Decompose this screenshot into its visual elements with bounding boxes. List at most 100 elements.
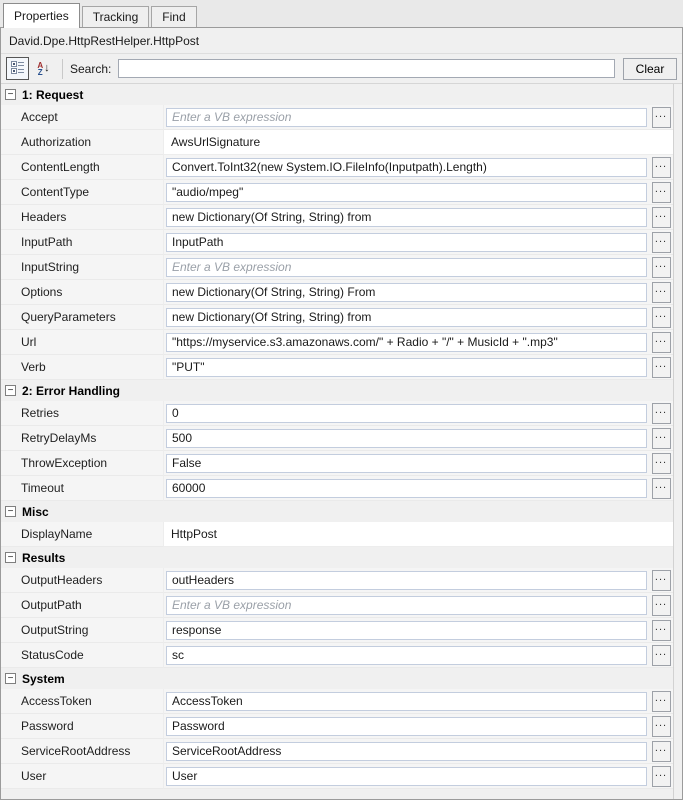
ellipsis-button-cell: ... (649, 230, 673, 255)
property-name: ThrowException (1, 451, 164, 476)
value-text: Convert.ToInt32(new System.IO.FileInfo(I… (172, 160, 487, 174)
ellipsis-button[interactable]: ... (652, 257, 671, 278)
sort-alphabetical-button[interactable]: AZ ↓ (32, 57, 55, 80)
value-text: Enter a VB expression (172, 598, 291, 612)
property-grid-wrap: −1: RequestAcceptEnter a VB expression..… (1, 84, 682, 799)
value-input[interactable]: ServiceRootAddress (166, 742, 647, 761)
section-title: System (22, 672, 65, 686)
ellipsis-button[interactable]: ... (652, 428, 671, 449)
ellipsis-button[interactable]: ... (652, 453, 671, 474)
ellipsis-button[interactable]: ... (652, 741, 671, 762)
ellipsis-button[interactable]: ... (652, 207, 671, 228)
property-name: ServiceRootAddress (1, 739, 164, 764)
value-input[interactable]: 0 (166, 404, 647, 423)
ellipsis-button[interactable]: ... (652, 157, 671, 178)
value-input[interactable]: Password (166, 717, 647, 736)
value-text: sc (172, 648, 184, 662)
vertical-scrollbar[interactable] (673, 84, 682, 799)
tab-find[interactable]: Find (151, 6, 196, 27)
property-value-cell: Enter a VB expression (164, 255, 649, 280)
value-input[interactable]: new Dictionary(Of String, String) from (166, 208, 647, 227)
section-header: −2: Error Handling (1, 380, 673, 401)
value-input[interactable]: "https://myservice.s3.amazonaws.com/" + … (166, 333, 647, 352)
ellipsis-button[interactable]: ... (652, 691, 671, 712)
ellipsis-button[interactable]: ... (652, 282, 671, 303)
value-input[interactable]: False (166, 454, 647, 473)
ellipsis-button-cell: ... (649, 593, 673, 618)
ellipsis-button[interactable]: ... (652, 307, 671, 328)
collapse-icon[interactable]: − (5, 89, 16, 100)
value-input[interactable]: Convert.ToInt32(new System.IO.FileInfo(I… (166, 158, 647, 177)
property-row-Retries: Retries0... (1, 401, 673, 426)
property-name: Password (1, 714, 164, 739)
value-input[interactable]: "PUT" (166, 358, 647, 377)
ellipsis-button[interactable]: ... (652, 595, 671, 616)
tab-properties[interactable]: Properties (3, 3, 80, 28)
property-row-QueryParameters: QueryParametersnew Dictionary(Of String,… (1, 305, 673, 330)
property-row-ThrowException: ThrowExceptionFalse... (1, 451, 673, 476)
property-row-Url: Url"https://myservice.s3.amazonaws.com/"… (1, 330, 673, 355)
property-row-Password: PasswordPassword... (1, 714, 673, 739)
property-row-ContentType: ContentType"audio/mpeg"... (1, 180, 673, 205)
ellipsis-button[interactable]: ... (652, 182, 671, 203)
property-name: OutputPath (1, 593, 164, 618)
property-row-Options: Optionsnew Dictionary(Of String, String)… (1, 280, 673, 305)
value-input[interactable]: Enter a VB expression (166, 108, 647, 127)
property-value-cell: response (164, 618, 649, 643)
ellipsis-button-cell: ... (649, 401, 673, 426)
property-name: StatusCode (1, 643, 164, 668)
value-input[interactable]: Enter a VB expression (166, 258, 647, 277)
value-input[interactable]: AccessToken (166, 692, 647, 711)
ellipsis-button[interactable]: ... (652, 766, 671, 787)
search-input[interactable] (118, 59, 615, 78)
value-text: Enter a VB expression (172, 260, 291, 274)
collapse-icon[interactable]: − (5, 673, 16, 684)
property-value-cell: new Dictionary(Of String, String) From (164, 280, 649, 305)
ellipsis-button-cell: ... (649, 155, 673, 180)
collapse-icon[interactable]: − (5, 552, 16, 563)
value-input[interactable]: 60000 (166, 479, 647, 498)
clear-button[interactable]: Clear (623, 58, 677, 80)
value-input[interactable]: Enter a VB expression (166, 596, 647, 615)
value-input[interactable]: response (166, 621, 647, 640)
value-input[interactable]: outHeaders (166, 571, 647, 590)
property-value-cell: new Dictionary(Of String, String) from (164, 205, 649, 230)
property-row-AccessToken: AccessTokenAccessToken... (1, 689, 673, 714)
collapse-icon[interactable]: − (5, 506, 16, 517)
section-title: 2: Error Handling (22, 384, 120, 398)
section-header: −Results (1, 547, 673, 568)
ellipsis-button-cell: ... (649, 643, 673, 668)
value-text: "PUT" (172, 360, 205, 374)
tab-bar: PropertiesTrackingFind (0, 0, 683, 27)
value-input[interactable]: new Dictionary(Of String, String) from (166, 308, 647, 327)
ellipsis-button[interactable]: ... (652, 332, 671, 353)
property-value-cell: new Dictionary(Of String, String) from (164, 305, 649, 330)
value-input[interactable]: User (166, 767, 647, 786)
ellipsis-button[interactable]: ... (652, 107, 671, 128)
ellipsis-button[interactable]: ... (652, 645, 671, 666)
ellipsis-button[interactable]: ... (652, 357, 671, 378)
property-value-cell: Password (164, 714, 649, 739)
ellipsis-button[interactable]: ... (652, 570, 671, 591)
ellipsis-button-cell: ... (649, 476, 673, 501)
ellipsis-button[interactable]: ... (652, 403, 671, 424)
property-row-ContentLength: ContentLengthConvert.ToInt32(new System.… (1, 155, 673, 180)
value-input[interactable]: sc (166, 646, 647, 665)
ellipsis-button-cell: ... (649, 330, 673, 355)
value-input[interactable]: InputPath (166, 233, 647, 252)
ellipsis-button[interactable]: ... (652, 478, 671, 499)
categorized-view-button[interactable] (6, 57, 29, 80)
value-input[interactable]: 500 (166, 429, 647, 448)
value-input[interactable]: "audio/mpeg" (166, 183, 647, 202)
ellipsis-button[interactable]: ... (652, 232, 671, 253)
property-name: Authorization (1, 130, 164, 155)
property-value-cell: False (164, 451, 649, 476)
property-name: DisplayName (1, 522, 164, 547)
ellipsis-button[interactable]: ... (652, 620, 671, 641)
value-text: new Dictionary(Of String, String) from (172, 210, 371, 224)
value-input[interactable]: new Dictionary(Of String, String) From (166, 283, 647, 302)
ellipsis-button[interactable]: ... (652, 716, 671, 737)
tab-tracking[interactable]: Tracking (82, 6, 150, 27)
section-title: 1: Request (22, 88, 83, 102)
collapse-icon[interactable]: − (5, 385, 16, 396)
